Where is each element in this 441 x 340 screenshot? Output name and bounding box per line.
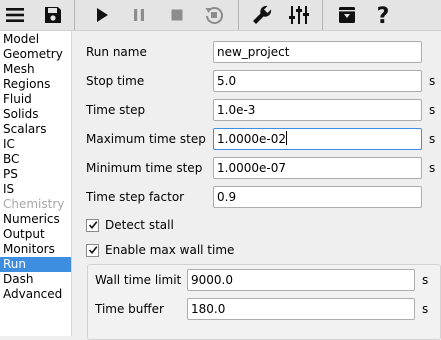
stop-time-unit: s bbox=[429, 74, 436, 88]
checkmark-icon bbox=[88, 221, 97, 230]
sidebar-item-numerics[interactable]: Numerics bbox=[0, 212, 71, 227]
run-name-input[interactable]: new_project bbox=[213, 41, 422, 63]
export-button[interactable] bbox=[332, 0, 362, 30]
sidebar-item-advanced[interactable]: Advanced bbox=[0, 287, 71, 302]
max-time-step-input[interactable]: 1.0000e-02 bbox=[213, 128, 422, 150]
reset-icon bbox=[205, 7, 223, 25]
help-icon: ? bbox=[377, 4, 390, 26]
sliders-icon bbox=[289, 6, 309, 24]
time-buffer-input[interactable]: 180.0 bbox=[187, 298, 415, 320]
enable-max-wall-time-checkbox[interactable]: Enable max wall time bbox=[86, 240, 234, 260]
stop-time-input[interactable]: 5.0 bbox=[213, 70, 422, 92]
sidebar-item-is[interactable]: IS bbox=[0, 182, 71, 197]
toolbar: ? bbox=[0, 0, 441, 31]
stop-button[interactable] bbox=[162, 0, 192, 30]
time-step-factor-input[interactable]: 0.9 bbox=[213, 186, 422, 208]
time-buffer-unit: s bbox=[422, 302, 429, 316]
wall-time-limit-input[interactable]: 9000.0 bbox=[187, 269, 415, 291]
sidebar-item-run[interactable]: Run bbox=[0, 257, 71, 272]
min-time-step-unit: s bbox=[429, 161, 436, 175]
detect-stall-checkbox[interactable]: Detect stall bbox=[86, 215, 174, 235]
save-button[interactable] bbox=[38, 0, 68, 30]
run-settings-form: Run name new_project Stop time 5.0 s Tim… bbox=[78, 31, 441, 340]
max-time-step-label: Maximum time step bbox=[86, 132, 206, 146]
time-step-unit: s bbox=[429, 103, 436, 117]
toolbar-separator bbox=[322, 0, 323, 30]
wall-time-limit-label: Wall time limit bbox=[95, 273, 182, 287]
pause-button[interactable] bbox=[124, 0, 154, 30]
stop-time-label: Stop time bbox=[86, 74, 145, 88]
pause-icon bbox=[134, 9, 144, 21]
sidebar-item-fluid[interactable]: Fluid bbox=[0, 92, 71, 107]
checkbox-box bbox=[86, 218, 99, 232]
stop-icon bbox=[171, 9, 183, 21]
min-time-step-input[interactable]: 1.0000e-07 bbox=[213, 157, 422, 179]
min-time-step-label: Minimum time step bbox=[86, 161, 203, 175]
save-icon bbox=[45, 7, 61, 23]
wall-time-limit-unit: s bbox=[422, 273, 429, 287]
toolbar-separator bbox=[74, 0, 75, 30]
time-step-input[interactable]: 1.0e-3 bbox=[213, 99, 422, 121]
sidebar-item-solids[interactable]: Solids bbox=[0, 107, 71, 122]
enable-max-wall-time-label: Enable max wall time bbox=[105, 243, 235, 257]
sidebar-item-monitors[interactable]: Monitors bbox=[0, 242, 71, 257]
sidebar-item-chemistry: Chemistry bbox=[3, 197, 65, 211]
text-caret bbox=[285, 131, 287, 145]
time-step-factor-label: Time step factor bbox=[86, 190, 185, 204]
play-icon bbox=[97, 8, 108, 22]
max-time-step-unit: s bbox=[429, 132, 436, 146]
reset-button[interactable] bbox=[199, 0, 229, 30]
sidebar-item-output[interactable]: Output bbox=[0, 227, 71, 242]
time-step-label: Time step bbox=[86, 103, 146, 117]
svg-text:?: ? bbox=[377, 4, 390, 26]
help-button[interactable]: ? bbox=[368, 0, 398, 30]
checkmark-icon bbox=[88, 246, 97, 255]
run-button[interactable] bbox=[87, 0, 117, 30]
run-name-label: Run name bbox=[86, 45, 147, 59]
sidebar-item-scalars[interactable]: Scalars bbox=[0, 122, 71, 137]
toolbar-separator bbox=[238, 0, 239, 30]
wrench-icon bbox=[253, 5, 272, 24]
sidebar-item-geometry[interactable]: Geometry bbox=[0, 47, 71, 62]
sidebar-nav: Model Geometry Mesh Regions Fluid Solids… bbox=[0, 31, 72, 336]
sidebar-item-model[interactable]: Model bbox=[0, 32, 71, 47]
menu-button[interactable] bbox=[0, 0, 30, 30]
wall-time-group: Wall time limit 9000.0 s Time buffer 180… bbox=[87, 264, 441, 340]
checkbox-box bbox=[86, 243, 99, 257]
detect-stall-label: Detect stall bbox=[105, 218, 174, 232]
parameters-button[interactable] bbox=[284, 0, 314, 30]
time-buffer-label: Time buffer bbox=[95, 302, 164, 316]
sidebar-item-bc[interactable]: BC bbox=[0, 152, 71, 167]
sidebar-item-regions[interactable]: Regions bbox=[0, 77, 71, 92]
download-box-icon bbox=[339, 7, 355, 23]
sidebar-item-dash[interactable]: Dash bbox=[0, 272, 71, 287]
settings-button[interactable] bbox=[247, 0, 277, 30]
max-time-step-value: 1.0000e-02 bbox=[217, 132, 286, 146]
sidebar-item-ps[interactable]: PS bbox=[0, 167, 71, 182]
hamburger-menu-icon bbox=[6, 8, 24, 22]
sidebar-item-mesh[interactable]: Mesh bbox=[0, 62, 71, 77]
sidebar-item-ic[interactable]: IC bbox=[0, 137, 71, 152]
